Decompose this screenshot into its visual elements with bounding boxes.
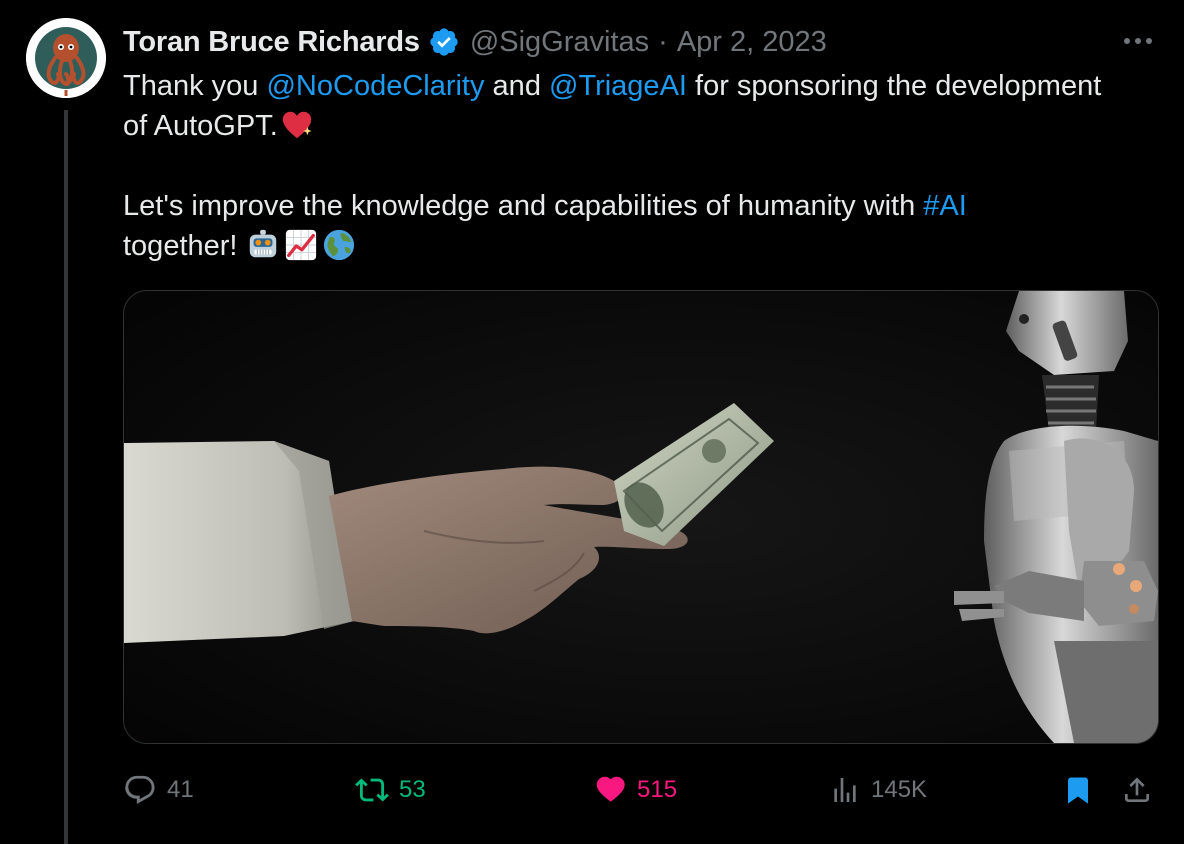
share-icon (1125, 777, 1149, 802)
bookmark-button[interactable] (1063, 768, 1103, 812)
text-segment: and (484, 70, 549, 102)
chart-increasing-emoji-icon (285, 229, 316, 261)
tweet-date[interactable]: Apr 2, 2023 (677, 26, 827, 59)
views-chart-icon (834, 778, 856, 802)
mention-link[interactable]: @NoCodeClarity (266, 70, 484, 102)
share-button[interactable] (1121, 768, 1163, 812)
tweet-line-3: Let's improve the knowledge and capabili… (123, 186, 1168, 226)
reply-icon (125, 775, 155, 804)
tweet-text: Thank you @NoCodeClarity and @TriageAI f… (123, 66, 1168, 266)
views-button[interactable]: 145K (829, 768, 927, 812)
bookmark-icon (1068, 777, 1088, 804)
hand-giving-money-to-robot-image (124, 291, 1158, 743)
sparkling-heart-emoji-icon (282, 111, 312, 139)
reply-button[interactable]: 41 (123, 768, 194, 812)
octopus-avatar-icon (26, 18, 106, 98)
tweet-media-image[interactable] (123, 290, 1159, 744)
header-separator: · (658, 25, 668, 58)
tweet-line-1: Thank you @NoCodeClarity and @TriageAI f… (123, 66, 1168, 106)
text-segment: for sponsoring the development (686, 70, 1102, 102)
author-name[interactable]: Toran Bruce Richards (123, 26, 420, 59)
text-segment: Let's improve the knowledge and capabili… (123, 190, 924, 222)
like-button[interactable]: 515 (593, 768, 677, 812)
mention-link[interactable]: @TriageAI (549, 70, 687, 102)
tweet-header: Toran Bruce Richards @SigGravitas · Apr … (123, 22, 827, 62)
robot-emoji-icon (249, 229, 276, 258)
tweet-actions: 41 53 515 145K (123, 768, 1163, 812)
text-segment: together! (123, 230, 246, 262)
tweet-line-4: together! (123, 226, 1168, 266)
text-segment: of AutoGPT. (123, 110, 278, 142)
retweet-icon (355, 778, 389, 802)
tweet-line-2: of AutoGPT. (123, 106, 1168, 146)
views-count: 145K (871, 776, 928, 803)
retweet-button[interactable]: 53 (355, 768, 426, 812)
more-options-button[interactable] (1118, 26, 1158, 56)
more-dots-icon (1124, 38, 1152, 44)
reply-count: 41 (167, 776, 194, 803)
globe-emoji-icon (323, 229, 354, 261)
heart-icon (596, 776, 625, 802)
text-segment: Thank you (123, 70, 267, 102)
retweet-count: 53 (399, 776, 426, 803)
thread-line (64, 110, 68, 844)
verified-badge-icon (430, 28, 458, 56)
hashtag-link[interactable]: #AI (923, 190, 967, 222)
author-handle[interactable]: @SigGravitas (470, 26, 649, 59)
like-count: 515 (637, 776, 678, 803)
avatar[interactable] (26, 18, 106, 98)
